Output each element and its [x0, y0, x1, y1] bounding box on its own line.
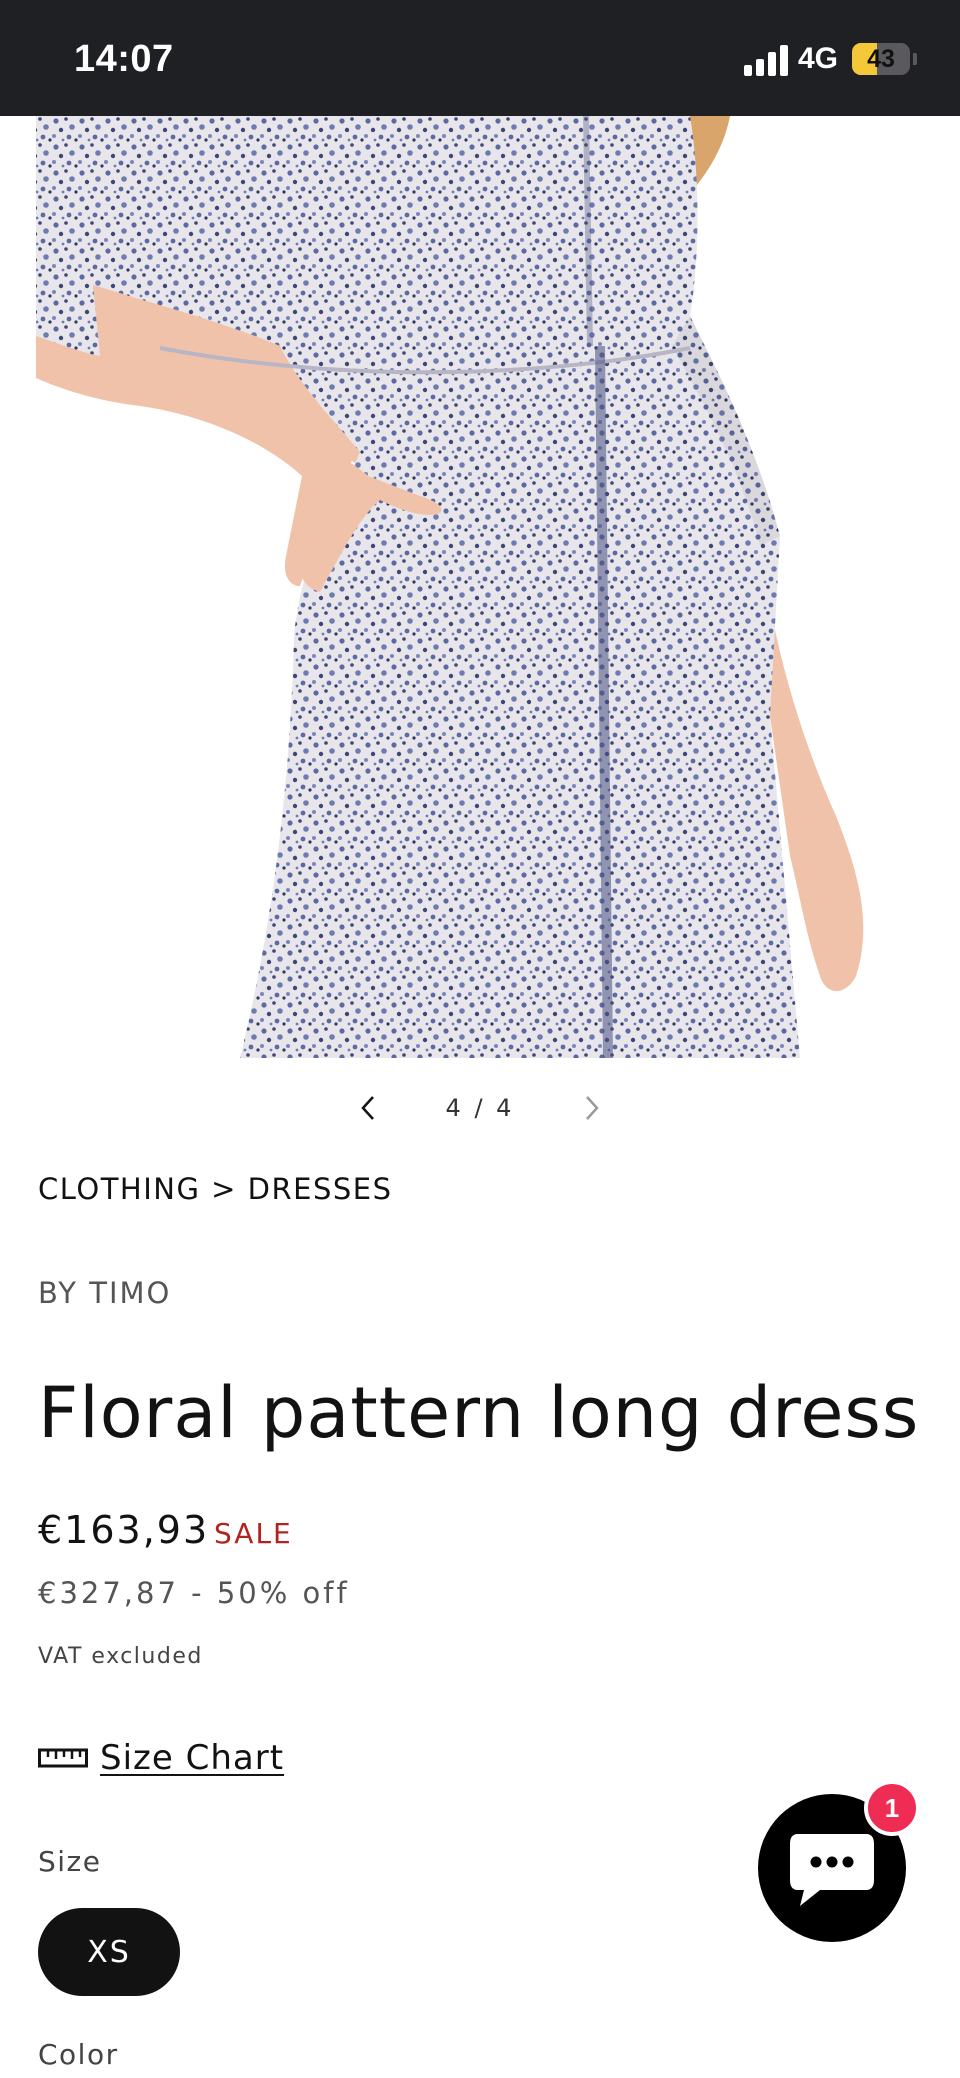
- network-type: 4G: [798, 42, 839, 75]
- product-vendor: BY TIMO: [38, 1276, 172, 1310]
- signal-icon: [744, 44, 790, 76]
- size-chart-link[interactable]: Size Chart: [38, 1736, 284, 1780]
- size-option-label: Size: [38, 1845, 102, 1878]
- status-time: 14:07: [74, 38, 174, 80]
- battery-percent: 43: [867, 45, 895, 73]
- next-image-button[interactable]: [572, 1088, 612, 1128]
- color-option-label: Color: [38, 2038, 119, 2071]
- product-photo-dress: [36, 116, 864, 1058]
- battery-icon: 43: [852, 43, 910, 75]
- chat-unread-badge: 1: [864, 1780, 920, 1836]
- breadcrumb[interactable]: CLOTHING > DRESSES: [38, 1172, 393, 1206]
- product-title: Floral pattern long dress: [38, 1372, 920, 1454]
- tax-note: VAT excluded: [38, 1644, 203, 1669]
- chevron-right-icon: [586, 1096, 599, 1120]
- sale-price: €163,93: [38, 1508, 210, 1552]
- chat-bubble-icon: [790, 1834, 874, 1906]
- size-option-xs[interactable]: XS: [38, 1908, 180, 1996]
- size-chart-label[interactable]: Size Chart: [100, 1738, 284, 1778]
- previous-image-button[interactable]: [348, 1088, 388, 1128]
- battery-cap: [913, 53, 917, 65]
- product-image[interactable]: [0, 116, 960, 1058]
- status-bar: 14:07 4G 43: [0, 0, 960, 116]
- compare-price: €327,87 - 50% off: [38, 1576, 350, 1610]
- chevron-left-icon: [361, 1096, 374, 1120]
- ruler-icon: [38, 1748, 88, 1768]
- sale-badge: SALE: [214, 1517, 293, 1550]
- image-counter: 4 / 4: [445, 1094, 515, 1122]
